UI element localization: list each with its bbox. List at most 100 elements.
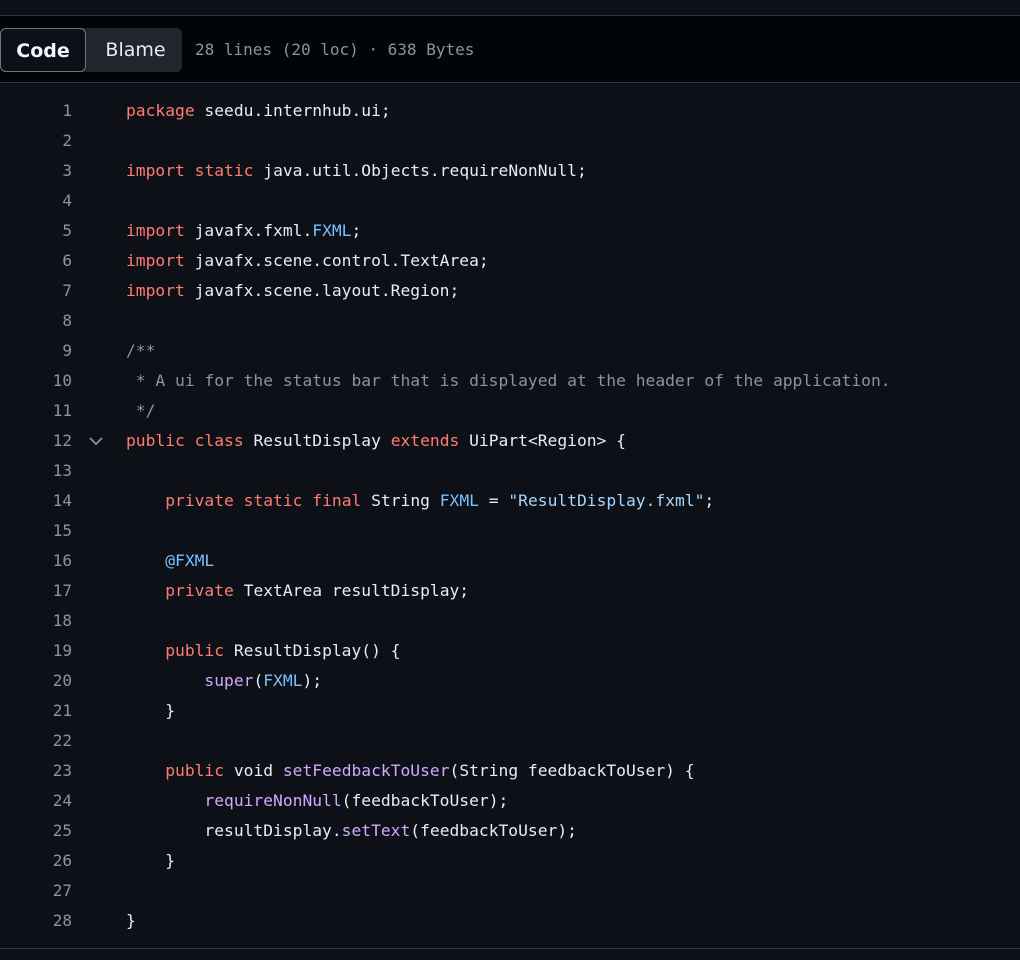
- code-line: 24 requireNonNull(feedbackToUser);: [0, 786, 1020, 816]
- code-text: public void setFeedbackToUser(String fee…: [126, 756, 695, 786]
- code-token: TextArea resultDisplay;: [233, 581, 470, 600]
- view-mode-switch: Code Blame: [0, 28, 182, 72]
- code-line: 11 */: [0, 396, 1020, 426]
- code-token: (feedbackToUser);: [410, 821, 577, 840]
- line-number[interactable]: 22: [0, 726, 72, 756]
- code-line: 19 public ResultDisplay() {: [0, 636, 1020, 666]
- line-number[interactable]: 4: [0, 186, 72, 216]
- code-token: requireNonNull: [204, 791, 342, 810]
- code-text: private static final String FXML = "Resu…: [126, 486, 714, 516]
- line-number[interactable]: 15: [0, 516, 72, 546]
- code-line: 28}: [0, 906, 1020, 936]
- file-toolbar: Code Blame 28 lines (20 loc) · 638 Bytes: [0, 16, 1020, 83]
- code-viewer[interactable]: 1 package seedu.internhub.ui; 2 3 import sta…: [0, 83, 1020, 949]
- code-line: 6 import javafx.scene.control.TextArea;: [0, 246, 1020, 276]
- code-token: (feedbackToUser);: [341, 791, 509, 810]
- line-number[interactable]: 10: [0, 366, 72, 396]
- code-text: import javafx.scene.layout.Region;: [126, 276, 459, 306]
- code-text: requireNonNull(feedbackToUser);: [126, 786, 508, 816]
- code-token: String: [361, 491, 440, 510]
- code-text: import javafx.fxml.FXML;: [126, 216, 361, 246]
- code-text: }: [126, 696, 175, 726]
- code-token: import: [126, 281, 185, 300]
- code-text: * A ui for the status bar that is displa…: [126, 366, 891, 396]
- code-token: public: [165, 641, 225, 660]
- code-token: class: [194, 431, 244, 450]
- bottom-divider: [0, 948, 1020, 949]
- code-token: static: [243, 491, 303, 510]
- line-number[interactable]: 16: [0, 546, 72, 576]
- code-line: 25 resultDisplay.setText(feedbackToUser)…: [0, 816, 1020, 846]
- code-token: );: [302, 671, 323, 690]
- code-line: 16 @FXML: [0, 546, 1020, 576]
- code-text: private TextArea resultDisplay;: [126, 576, 469, 606]
- code-text: import javafx.scene.control.TextArea;: [126, 246, 489, 276]
- line-number[interactable]: 20: [0, 666, 72, 696]
- code-line: 2: [0, 126, 1020, 156]
- code-line: 1 package seedu.internhub.ui;: [0, 96, 1020, 126]
- line-number[interactable]: 23: [0, 756, 72, 786]
- line-number[interactable]: 7: [0, 276, 72, 306]
- code-text: public ResultDisplay() {: [126, 636, 400, 666]
- code-token: * A ui for the status bar that is displa…: [126, 371, 891, 390]
- line-number[interactable]: 1: [0, 96, 72, 126]
- code-token: import: [126, 251, 185, 270]
- line-number[interactable]: 13: [0, 456, 72, 486]
- code-token: (String feedbackToUser) {: [449, 761, 695, 780]
- code-line: 12 public class ResultDisplay extends UiP…: [0, 426, 1020, 456]
- line-number[interactable]: 8: [0, 306, 72, 336]
- code-text: }: [126, 846, 175, 876]
- line-number[interactable]: 17: [0, 576, 72, 606]
- code-text: resultDisplay.setText(feedbackToUser);: [126, 816, 577, 846]
- code-line: 14 private static final String FXML = "R…: [0, 486, 1020, 516]
- code-token: UiPart<Region> {: [459, 431, 626, 450]
- line-number[interactable]: 26: [0, 846, 72, 876]
- line-number[interactable]: 21: [0, 696, 72, 726]
- code-token: package: [126, 101, 195, 120]
- code-token: import: [126, 221, 185, 240]
- code-text: import static java.util.Objects.requireN…: [126, 156, 587, 186]
- line-number[interactable]: 6: [0, 246, 72, 276]
- code-token: =: [478, 491, 509, 510]
- code-token: }: [126, 911, 136, 930]
- line-number[interactable]: 18: [0, 606, 72, 636]
- line-number[interactable]: 19: [0, 636, 72, 666]
- code-line: 10 * A ui for the status bar that is dis…: [0, 366, 1020, 396]
- line-number[interactable]: 12: [0, 426, 72, 456]
- code-line: 20 super(FXML);: [0, 666, 1020, 696]
- line-number[interactable]: 2: [0, 126, 72, 156]
- code-line: 15: [0, 516, 1020, 546]
- code-text: super(FXML);: [126, 666, 322, 696]
- code-token: import: [126, 161, 185, 180]
- line-number[interactable]: 5: [0, 216, 72, 246]
- line-number[interactable]: 24: [0, 786, 72, 816]
- code-text: */: [126, 396, 156, 426]
- chevron-down-icon[interactable]: [86, 434, 106, 448]
- line-number[interactable]: 3: [0, 156, 72, 186]
- code-line: 18: [0, 606, 1020, 636]
- line-number[interactable]: 28: [0, 906, 72, 936]
- line-number[interactable]: 27: [0, 876, 72, 906]
- code-text: }: [126, 906, 136, 936]
- line-number[interactable]: 11: [0, 396, 72, 426]
- line-number[interactable]: 9: [0, 336, 72, 366]
- code-line: 23 public void setFeedbackToUser(String …: [0, 756, 1020, 786]
- code-token: extends: [390, 431, 460, 450]
- code-line: 13: [0, 456, 1020, 486]
- code-token: super: [204, 671, 254, 690]
- code-token: java.util.Objects.requireNonNull;: [253, 161, 587, 180]
- code-tab-button[interactable]: Code: [0, 28, 86, 72]
- code-token: }: [126, 851, 176, 870]
- code-token: FXML: [263, 671, 303, 690]
- line-number[interactable]: 25: [0, 816, 72, 846]
- code-line: 5 import javafx.fxml.FXML;: [0, 216, 1020, 246]
- line-number[interactable]: 14: [0, 486, 72, 516]
- blame-tab-button[interactable]: Blame: [89, 28, 182, 72]
- code-line: 7 import javafx.scene.layout.Region;: [0, 276, 1020, 306]
